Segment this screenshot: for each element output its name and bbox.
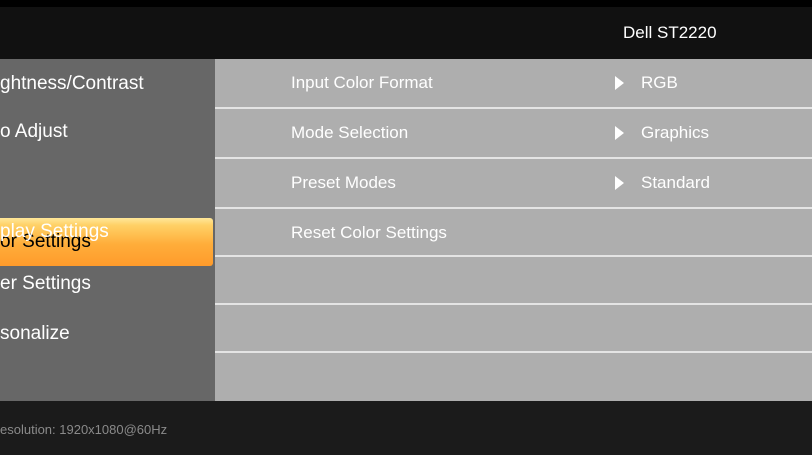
osd-header: Dell ST2220 [0, 7, 812, 59]
preset-modes-row[interactable]: Preset Modes Standard [215, 159, 812, 207]
monitor-model-label: Dell ST2220 [623, 23, 717, 42]
menu-item-label: sonalize [0, 323, 70, 344]
menu-item-other-settings[interactable]: er Settings [0, 259, 213, 309]
osd-footer: esolution: 1920x1080@60Hz [0, 401, 812, 455]
menu-item-label: o Adjust [0, 121, 68, 142]
row-label: Input Color Format [291, 73, 433, 92]
color-settings-panel: Input Color Format RGB Mode Selection Gr… [215, 59, 812, 401]
play-arrow-icon [615, 76, 624, 90]
menu-item-label: play Settings [0, 221, 109, 242]
monitor-osd-menu: Dell ST2220 ghtness/Contrast o Adjust or… [0, 0, 812, 455]
resolution-readout: esolution: 1920x1080@60Hz [0, 422, 168, 437]
row-label: Reset Color Settings [291, 223, 447, 242]
menu-item-brightness-contrast[interactable]: ghtness/Contrast [0, 59, 213, 109]
main-menu: ghtness/Contrast o Adjust or Settings pl… [0, 59, 215, 401]
empty-row [215, 305, 812, 353]
empty-row [215, 257, 812, 305]
menu-item-display-settings[interactable]: play Settings [0, 207, 213, 257]
input-color-format-row[interactable]: Input Color Format RGB [215, 59, 812, 107]
menu-item-auto-adjust[interactable]: o Adjust [0, 107, 213, 157]
row-divider [215, 351, 812, 353]
row-label: Preset Modes [291, 173, 396, 192]
row-value: Graphics [641, 123, 710, 142]
mode-selection-row[interactable]: Mode Selection Graphics [215, 109, 812, 157]
reset-color-settings-row[interactable]: Reset Color Settings [215, 209, 812, 257]
row-value: RGB [641, 73, 678, 92]
row-value: Standard [641, 173, 710, 192]
menu-item-label: ghtness/Contrast [0, 73, 144, 94]
row-label: Mode Selection [291, 123, 409, 142]
menu-item-label: er Settings [0, 273, 91, 294]
menu-item-personalize[interactable]: sonalize [0, 309, 213, 359]
play-arrow-icon [615, 176, 624, 190]
play-arrow-icon [615, 126, 624, 140]
